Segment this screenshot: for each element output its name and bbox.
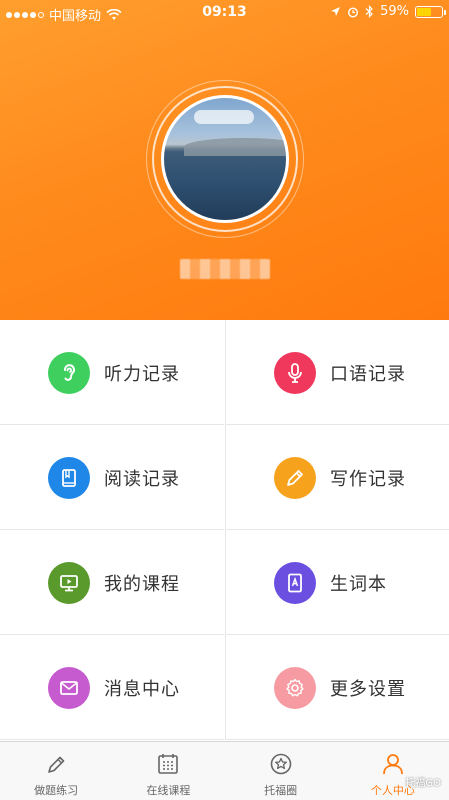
- battery-icon: [415, 5, 446, 18]
- status-right: 59%: [330, 4, 446, 19]
- menu-my-courses[interactable]: 我的课程: [0, 530, 224, 635]
- menu-vocabulary-label: 生词本: [330, 574, 387, 595]
- menu-speaking-label: 口语记录: [330, 364, 406, 385]
- menu-reading-label: 阅读记录: [104, 469, 180, 490]
- menu-message-center[interactable]: 消息中心: [0, 635, 224, 740]
- menu-speaking-records[interactable]: 口语记录: [225, 320, 449, 425]
- status-bar: 中国移动 09:13 59%: [0, 0, 449, 26]
- tab-circle-label: 托福圈: [264, 784, 298, 797]
- menu-settings-label: 更多设置: [330, 679, 406, 700]
- tab-personal-center[interactable]: 个人中心 托福GO: [337, 742, 449, 800]
- microphone-icon: [274, 352, 316, 394]
- profile-menu-grid: 听力记录 口语记录 阅读记录 写作记录 我的课程 生词本 消息中心 更多设置: [0, 320, 449, 740]
- vocabulary-book-icon: [274, 562, 316, 604]
- envelope-icon: [48, 667, 90, 709]
- person-icon: [382, 754, 403, 775]
- bluetooth-icon: [365, 5, 373, 18]
- avatar-photo-mountain: [184, 138, 286, 156]
- menu-more-settings[interactable]: 更多设置: [225, 635, 449, 740]
- tab-practice[interactable]: 做题练习: [0, 742, 112, 800]
- menu-reading-records[interactable]: 阅读记录: [0, 425, 224, 530]
- profile-header: 中国移动 09:13 59%: [0, 0, 449, 320]
- avatar-photo-cloud: [194, 110, 254, 124]
- tab-toefl-circle[interactable]: 托福圈: [225, 742, 337, 800]
- avatar-container[interactable]: [146, 80, 304, 238]
- menu-courses-label: 我的课程: [104, 574, 180, 595]
- tab-online-courses[interactable]: 在线课程: [112, 742, 224, 800]
- calendar-icon: [158, 754, 179, 774]
- avatar[interactable]: [161, 95, 289, 223]
- watermark-text: 托福GO: [405, 778, 441, 789]
- menu-writing-records[interactable]: 写作记录: [225, 425, 449, 530]
- menu-listening-records[interactable]: 听力记录: [0, 320, 224, 425]
- menu-vocabulary-book[interactable]: 生词本: [225, 530, 449, 635]
- menu-writing-label: 写作记录: [330, 469, 406, 490]
- battery-percent: 59%: [380, 4, 409, 19]
- location-arrow-icon: [331, 7, 341, 16]
- username-blurred: [180, 259, 270, 279]
- video-lesson-icon: [48, 562, 90, 604]
- battery-level-fill: [417, 7, 432, 16]
- alarm-clock-icon: [348, 6, 359, 18]
- tab-courses-label: 在线课程: [146, 784, 191, 797]
- ear-icon: [48, 352, 90, 394]
- book-icon: [48, 457, 90, 499]
- bottom-tab-bar: 做题练习 在线课程 托福圈 个人中心 托福GO: [0, 741, 449, 800]
- menu-listening-label: 听力记录: [104, 364, 180, 385]
- star-circle-icon: [270, 753, 291, 775]
- pencil-icon: [274, 457, 316, 499]
- menu-messages-label: 消息中心: [104, 679, 180, 700]
- tab-practice-label: 做题练习: [34, 784, 79, 797]
- gear-icon: [274, 667, 316, 709]
- pen-icon: [48, 756, 65, 773]
